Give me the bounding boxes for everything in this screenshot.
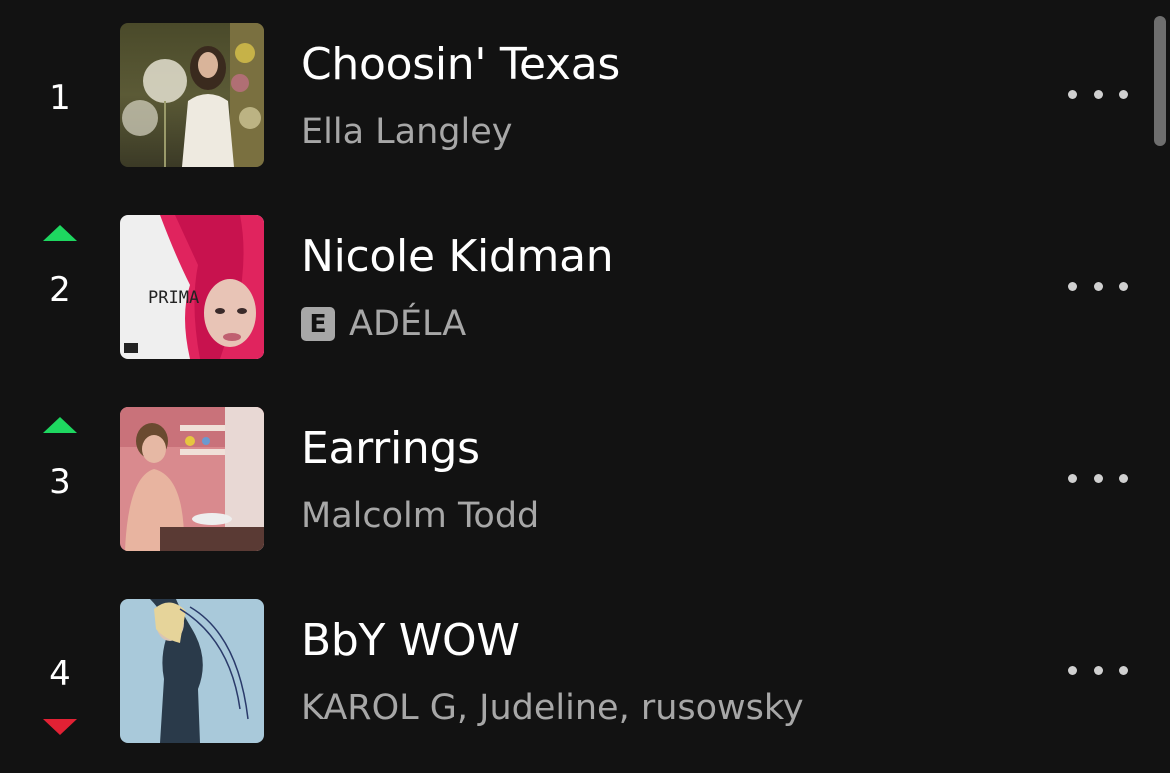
track-title[interactable]: Earrings: [301, 421, 480, 477]
rank-indicator: 4: [20, 599, 100, 745]
track-row-4[interactable]: 4 BbY WOW KAROL G, Judeline, rusowsky: [0, 599, 1140, 745]
more-options-icon[interactable]: [1068, 79, 1128, 109]
cover-text: PRIMA: [148, 288, 199, 308]
arrow-down-icon: [43, 719, 77, 735]
more-options-icon[interactable]: [1068, 463, 1128, 493]
artist-line: KAROL G, Judeline, rusowsky: [301, 683, 804, 733]
rank-number: 1: [49, 78, 71, 118]
explicit-badge: E: [301, 307, 335, 341]
track-row-2[interactable]: 2 PRIMA Nicole Kidman E ADÉLA: [0, 215, 1140, 361]
track-row-1[interactable]: 1 Choosin' Texas Ella Langley: [0, 23, 1140, 169]
album-cover[interactable]: [120, 407, 264, 551]
rank-indicator: 1: [20, 23, 100, 169]
arrow-up-icon: [43, 225, 77, 241]
artist-name[interactable]: KAROL G, Judeline, rusowsky: [301, 686, 804, 730]
rank-indicator: 2: [20, 215, 100, 361]
more-options-icon[interactable]: [1068, 271, 1128, 301]
scrollbar[interactable]: [1148, 0, 1170, 773]
track-row-3[interactable]: 3 Earrings Malcolm Todd: [0, 407, 1140, 553]
artist-line: Malcolm Todd: [301, 491, 539, 541]
track-title[interactable]: BbY WOW: [301, 613, 520, 669]
track-title[interactable]: Choosin' Texas: [301, 37, 620, 93]
chart-track-list: 1 Choosin' Texas Ella Langley 2 PRIMA Ni…: [0, 0, 1170, 773]
artist-line: Ella Langley: [301, 107, 512, 157]
arrow-up-icon: [43, 417, 77, 433]
artist-name[interactable]: Ella Langley: [301, 110, 512, 154]
track-title[interactable]: Nicole Kidman: [301, 229, 614, 285]
more-options-icon[interactable]: [1068, 655, 1128, 685]
rank-indicator: 3: [20, 407, 100, 553]
rank-number: 3: [49, 462, 71, 502]
album-cover[interactable]: [120, 599, 264, 743]
album-cover[interactable]: [120, 23, 264, 167]
scrollbar-thumb[interactable]: [1154, 16, 1166, 146]
artist-name[interactable]: ADÉLA: [349, 302, 466, 346]
album-cover[interactable]: PRIMA: [120, 215, 264, 359]
artist-line: E ADÉLA: [301, 299, 466, 349]
artist-name[interactable]: Malcolm Todd: [301, 494, 539, 538]
rank-number: 2: [49, 270, 71, 310]
rank-number: 4: [49, 654, 71, 694]
